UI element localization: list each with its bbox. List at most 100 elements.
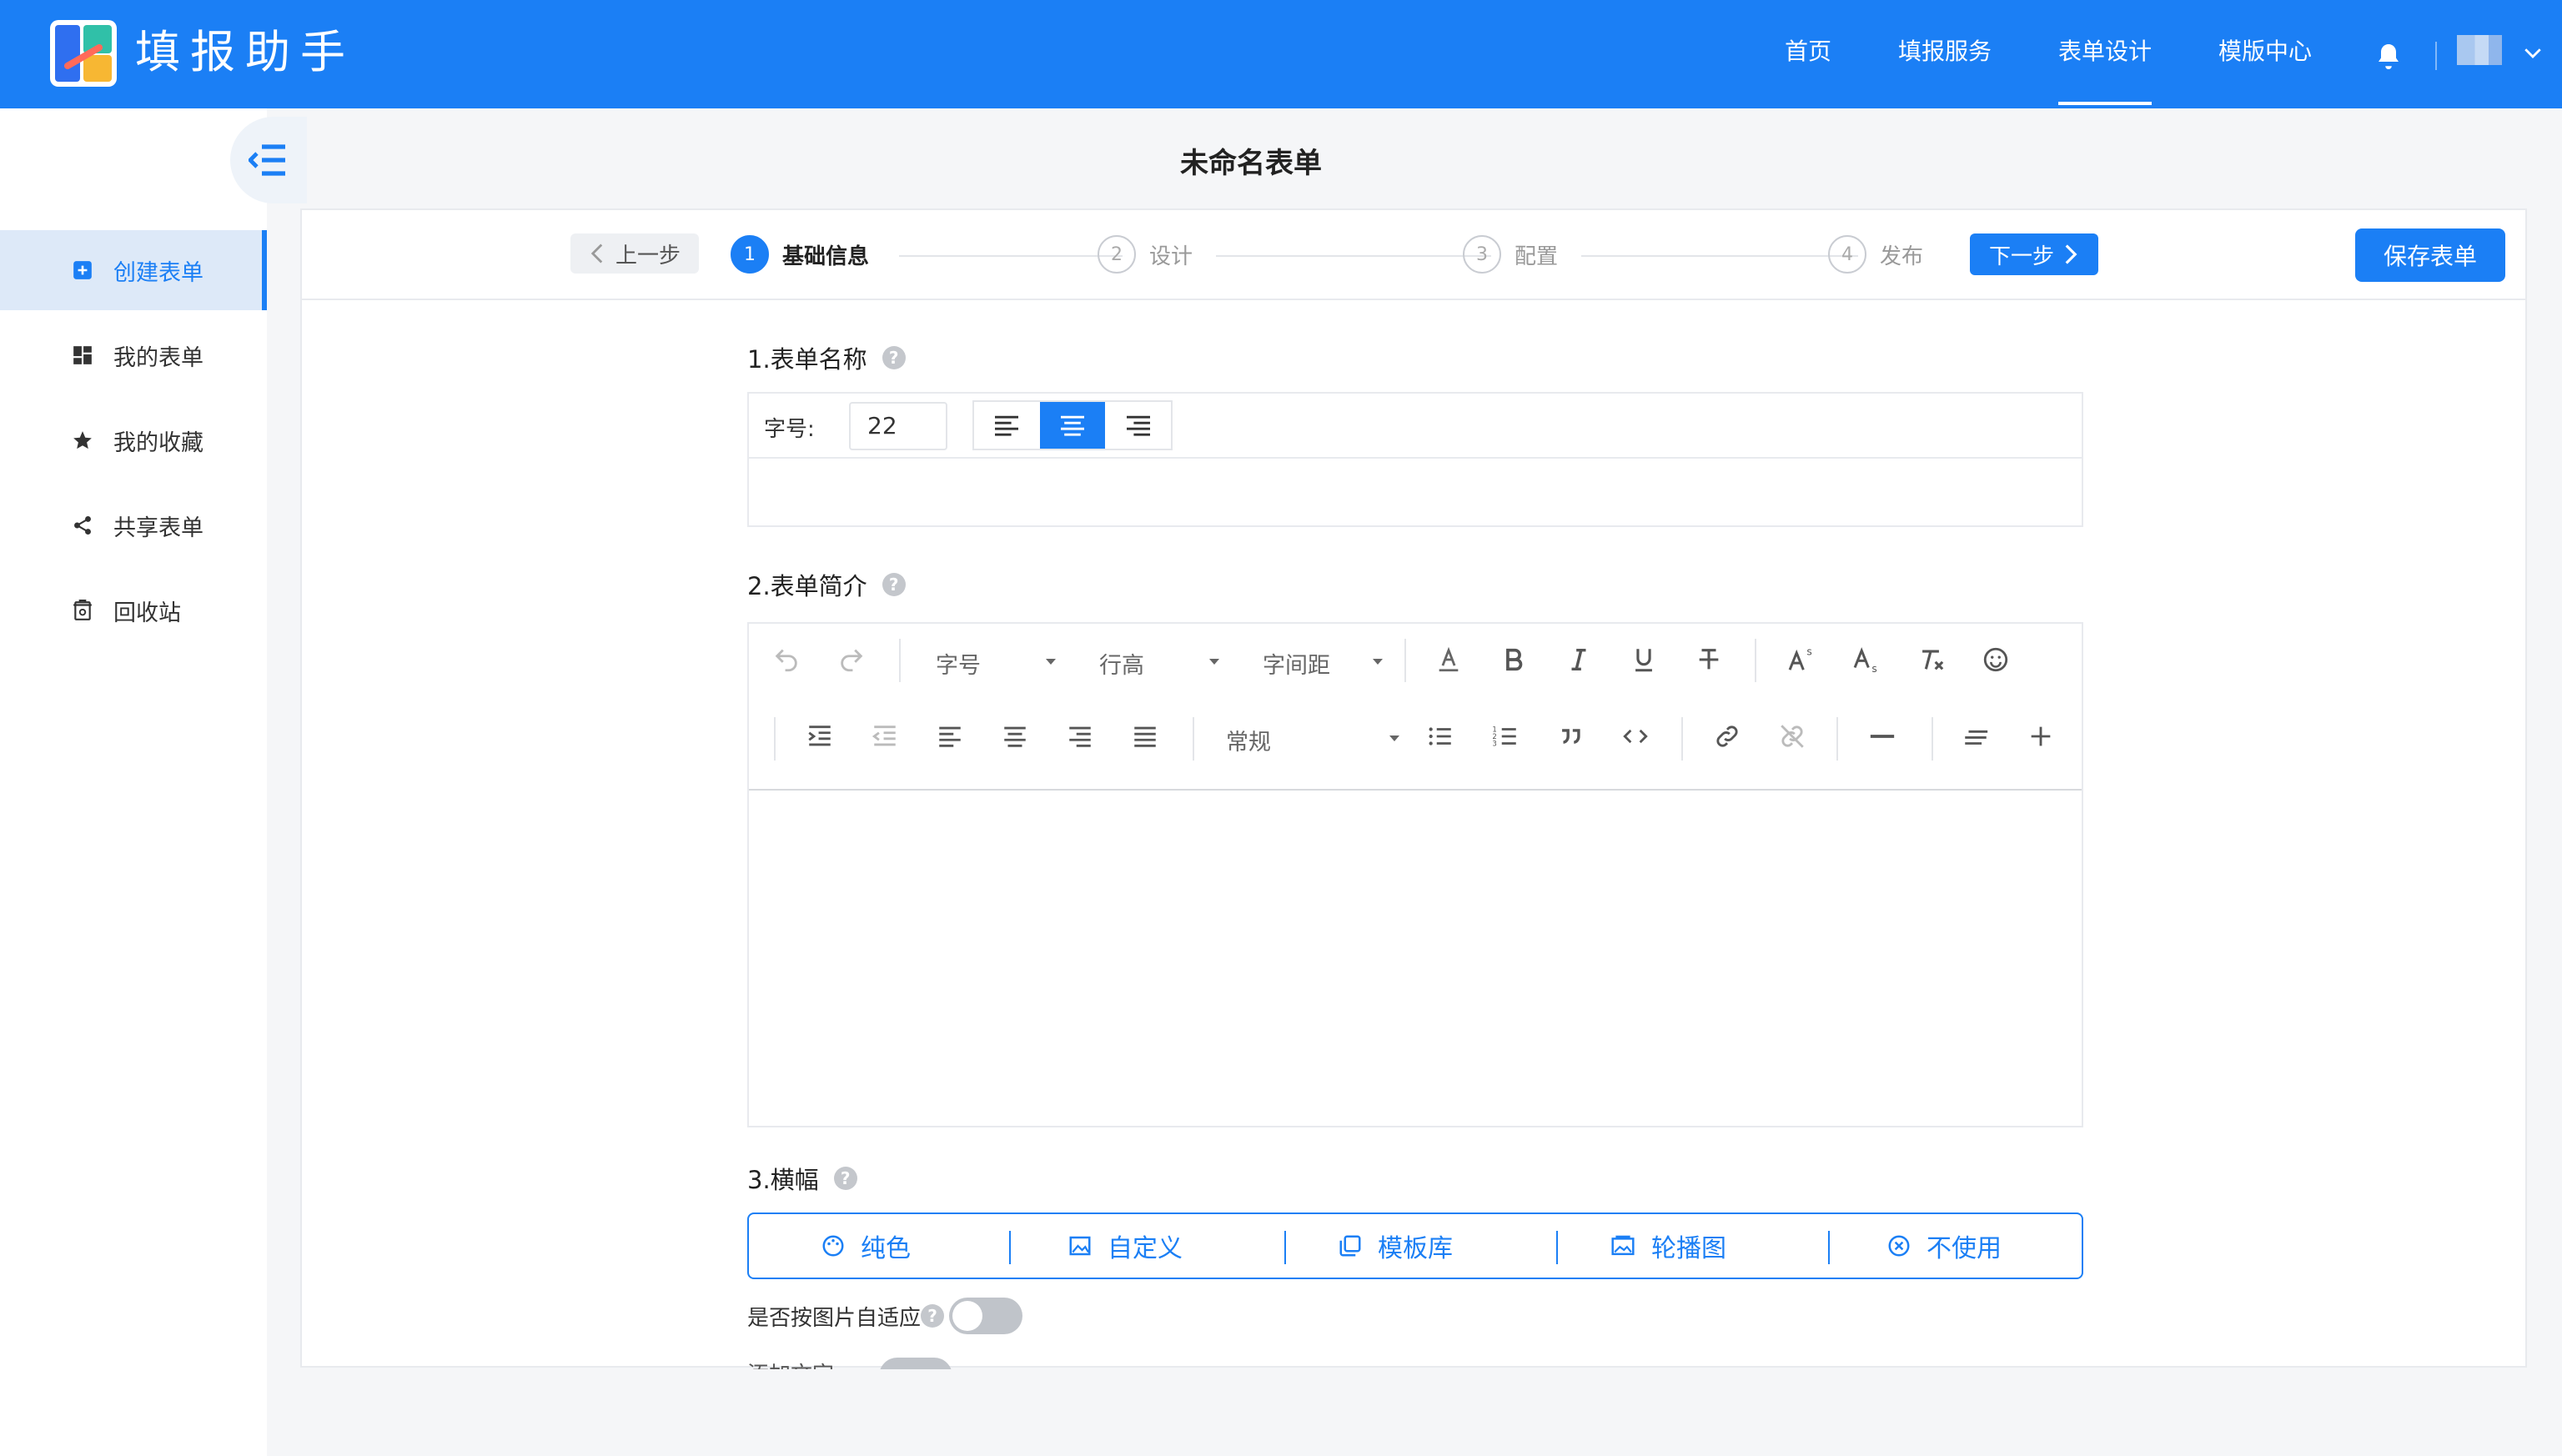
align-left-button[interactable] bbox=[974, 402, 1040, 449]
caret-down-icon bbox=[1209, 659, 1219, 665]
emoji-icon[interactable] bbox=[1982, 645, 2010, 674]
toolbar-separator bbox=[1404, 639, 1406, 682]
link-icon[interactable] bbox=[1713, 722, 1741, 751]
close-circle-icon bbox=[1888, 1235, 1910, 1257]
step-label: 基础信息 bbox=[782, 244, 870, 269]
font-color-icon[interactable] bbox=[1434, 645, 1463, 674]
align-left-icon[interactable] bbox=[936, 722, 964, 751]
toggle-knob bbox=[952, 1301, 983, 1331]
sidebar-item-favorites[interactable]: 我的收藏 bbox=[0, 400, 267, 480]
horizontal-rule-icon[interactable] bbox=[1866, 722, 1898, 751]
save-form-button[interactable]: 保存表单 bbox=[2355, 228, 2505, 282]
prev-step-label: 上一步 bbox=[615, 243, 681, 269]
step-number: 1 bbox=[731, 235, 769, 274]
banner-option-solid[interactable]: 纯色 bbox=[821, 1214, 911, 1278]
toolbar-separator bbox=[1193, 717, 1194, 761]
align-right-button[interactable] bbox=[1105, 402, 1171, 449]
help-icon[interactable]: ? bbox=[921, 1304, 945, 1328]
toolbar-separator bbox=[774, 717, 776, 761]
sidebar-item-shared[interactable]: 共享表单 bbox=[0, 485, 267, 565]
trash-icon bbox=[70, 598, 95, 623]
bullet-list-icon[interactable] bbox=[1426, 722, 1454, 751]
banner-option-carousel[interactable]: 轮播图 bbox=[1610, 1214, 1726, 1278]
code-icon[interactable] bbox=[1621, 722, 1650, 751]
toolbar-separator bbox=[1681, 717, 1683, 761]
bell-icon[interactable] bbox=[2374, 40, 2404, 73]
help-icon[interactable]: ? bbox=[882, 346, 906, 369]
subscript-icon[interactable]: s bbox=[1851, 645, 1883, 674]
numbered-list-icon[interactable]: 123 bbox=[1491, 722, 1520, 751]
form-editor-panel: 上一步 1 基础信息 2 设计 3 配置 4 发布 下一步 保存表单 1.表单名… bbox=[300, 208, 2527, 1369]
caret-down-icon bbox=[1373, 659, 1383, 665]
step-config[interactable]: 3 配置 bbox=[1463, 235, 1558, 274]
chevron-down-icon[interactable] bbox=[2520, 40, 2545, 65]
rich-text-editor: 字号 行高 字间距 s s 常规 1 2 3 bbox=[747, 622, 2083, 1127]
step-publish[interactable]: 4 发布 bbox=[1828, 235, 1923, 274]
underline-icon[interactable] bbox=[1630, 645, 1658, 674]
font-size-input[interactable]: 22 bbox=[849, 402, 947, 450]
template-icon bbox=[1339, 1235, 1361, 1257]
step-design[interactable]: 2 设计 bbox=[1098, 235, 1193, 274]
help-icon[interactable]: ? bbox=[833, 1167, 857, 1190]
sidebar-item-label: 创建表单 bbox=[113, 259, 203, 286]
nav-fill-service[interactable]: 填报服务 bbox=[1898, 33, 1992, 70]
avatar[interactable] bbox=[2457, 35, 2502, 65]
align-center-icon[interactable] bbox=[1001, 722, 1029, 751]
step-label: 发布 bbox=[1880, 244, 1924, 269]
toolbar-separator bbox=[1932, 717, 1933, 761]
align-right-icon[interactable] bbox=[1066, 722, 1094, 751]
banner-option-none[interactable]: 不使用 bbox=[1886, 1214, 2002, 1278]
font-size-dropdown[interactable]: 字号 bbox=[936, 647, 981, 680]
dropdown-label: 行高 bbox=[1099, 653, 1144, 679]
banner-option-custom[interactable]: 自定义 bbox=[1068, 1214, 1183, 1278]
bold-icon[interactable] bbox=[1500, 645, 1528, 674]
line-height-dropdown[interactable]: 行高 bbox=[1099, 647, 1144, 680]
sidebar-item-create-form[interactable]: 创建表单 bbox=[0, 230, 267, 310]
banner-option-template[interactable]: 模板库 bbox=[1338, 1214, 1453, 1278]
sidebar-item-label: 我的表单 bbox=[113, 344, 203, 371]
redo-icon[interactable] bbox=[837, 645, 866, 674]
strikethrough-icon[interactable] bbox=[1695, 645, 1723, 674]
sidebar-item-label: 我的收藏 bbox=[113, 429, 203, 456]
align-center-button[interactable] bbox=[1039, 402, 1106, 449]
banner-separator bbox=[1556, 1231, 1558, 1264]
nav-home[interactable]: 首页 bbox=[1785, 33, 1831, 70]
plus-icon[interactable] bbox=[2027, 722, 2055, 751]
align-button-group bbox=[972, 400, 1173, 450]
help-icon[interactable]: ? bbox=[882, 573, 906, 596]
step-connector bbox=[1581, 255, 1858, 257]
outdent-icon[interactable] bbox=[871, 722, 899, 751]
quote-icon[interactable] bbox=[1556, 722, 1585, 751]
italic-icon[interactable] bbox=[1565, 645, 1593, 674]
banner-option-label: 自定义 bbox=[1108, 1234, 1183, 1263]
next-step-button[interactable]: 下一步 bbox=[1970, 233, 2098, 275]
add-text-label: 添加文字 bbox=[747, 1358, 834, 1369]
align-justify-icon[interactable] bbox=[1131, 722, 1159, 751]
step-basic-info[interactable]: 1 基础信息 bbox=[731, 235, 869, 274]
adaptive-image-row: 是否按图片自适应 ? bbox=[747, 1298, 1023, 1334]
add-text-toggle[interactable] bbox=[879, 1358, 952, 1369]
letter-spacing-dropdown[interactable]: 字间距 bbox=[1263, 647, 1330, 680]
indent-icon[interactable] bbox=[806, 722, 834, 751]
paragraph-dropdown[interactable]: 常规 bbox=[1226, 724, 1271, 756]
star-icon bbox=[70, 428, 95, 453]
nav-form-design[interactable]: 表单设计 bbox=[2058, 33, 2153, 105]
sidebar-item-recycle-bin[interactable]: 回收站 bbox=[0, 570, 267, 650]
adaptive-image-toggle[interactable] bbox=[949, 1298, 1023, 1334]
sidebar-item-my-forms[interactable]: 我的表单 bbox=[0, 315, 267, 395]
banner-option-label: 模板库 bbox=[1378, 1234, 1453, 1263]
prev-step-button[interactable]: 上一步 bbox=[570, 233, 699, 274]
toolbar-separator bbox=[899, 639, 901, 682]
clear-format-icon[interactable] bbox=[1916, 645, 1945, 674]
section-title-text: 1.表单名称 bbox=[747, 345, 867, 374]
nav-template-center[interactable]: 模版中心 bbox=[2218, 33, 2312, 70]
banner-separator bbox=[1009, 1231, 1011, 1264]
unlink-icon[interactable] bbox=[1778, 722, 1806, 751]
line-spacing-icon[interactable] bbox=[1962, 722, 1990, 751]
toolbar-separator bbox=[1836, 717, 1838, 761]
chevron-left-icon bbox=[590, 244, 603, 264]
undo-icon[interactable] bbox=[772, 645, 801, 674]
section-form-intro-title: 2.表单简介 ? bbox=[747, 567, 906, 602]
share-icon bbox=[70, 513, 95, 538]
superscript-icon[interactable]: s bbox=[1786, 645, 1818, 674]
